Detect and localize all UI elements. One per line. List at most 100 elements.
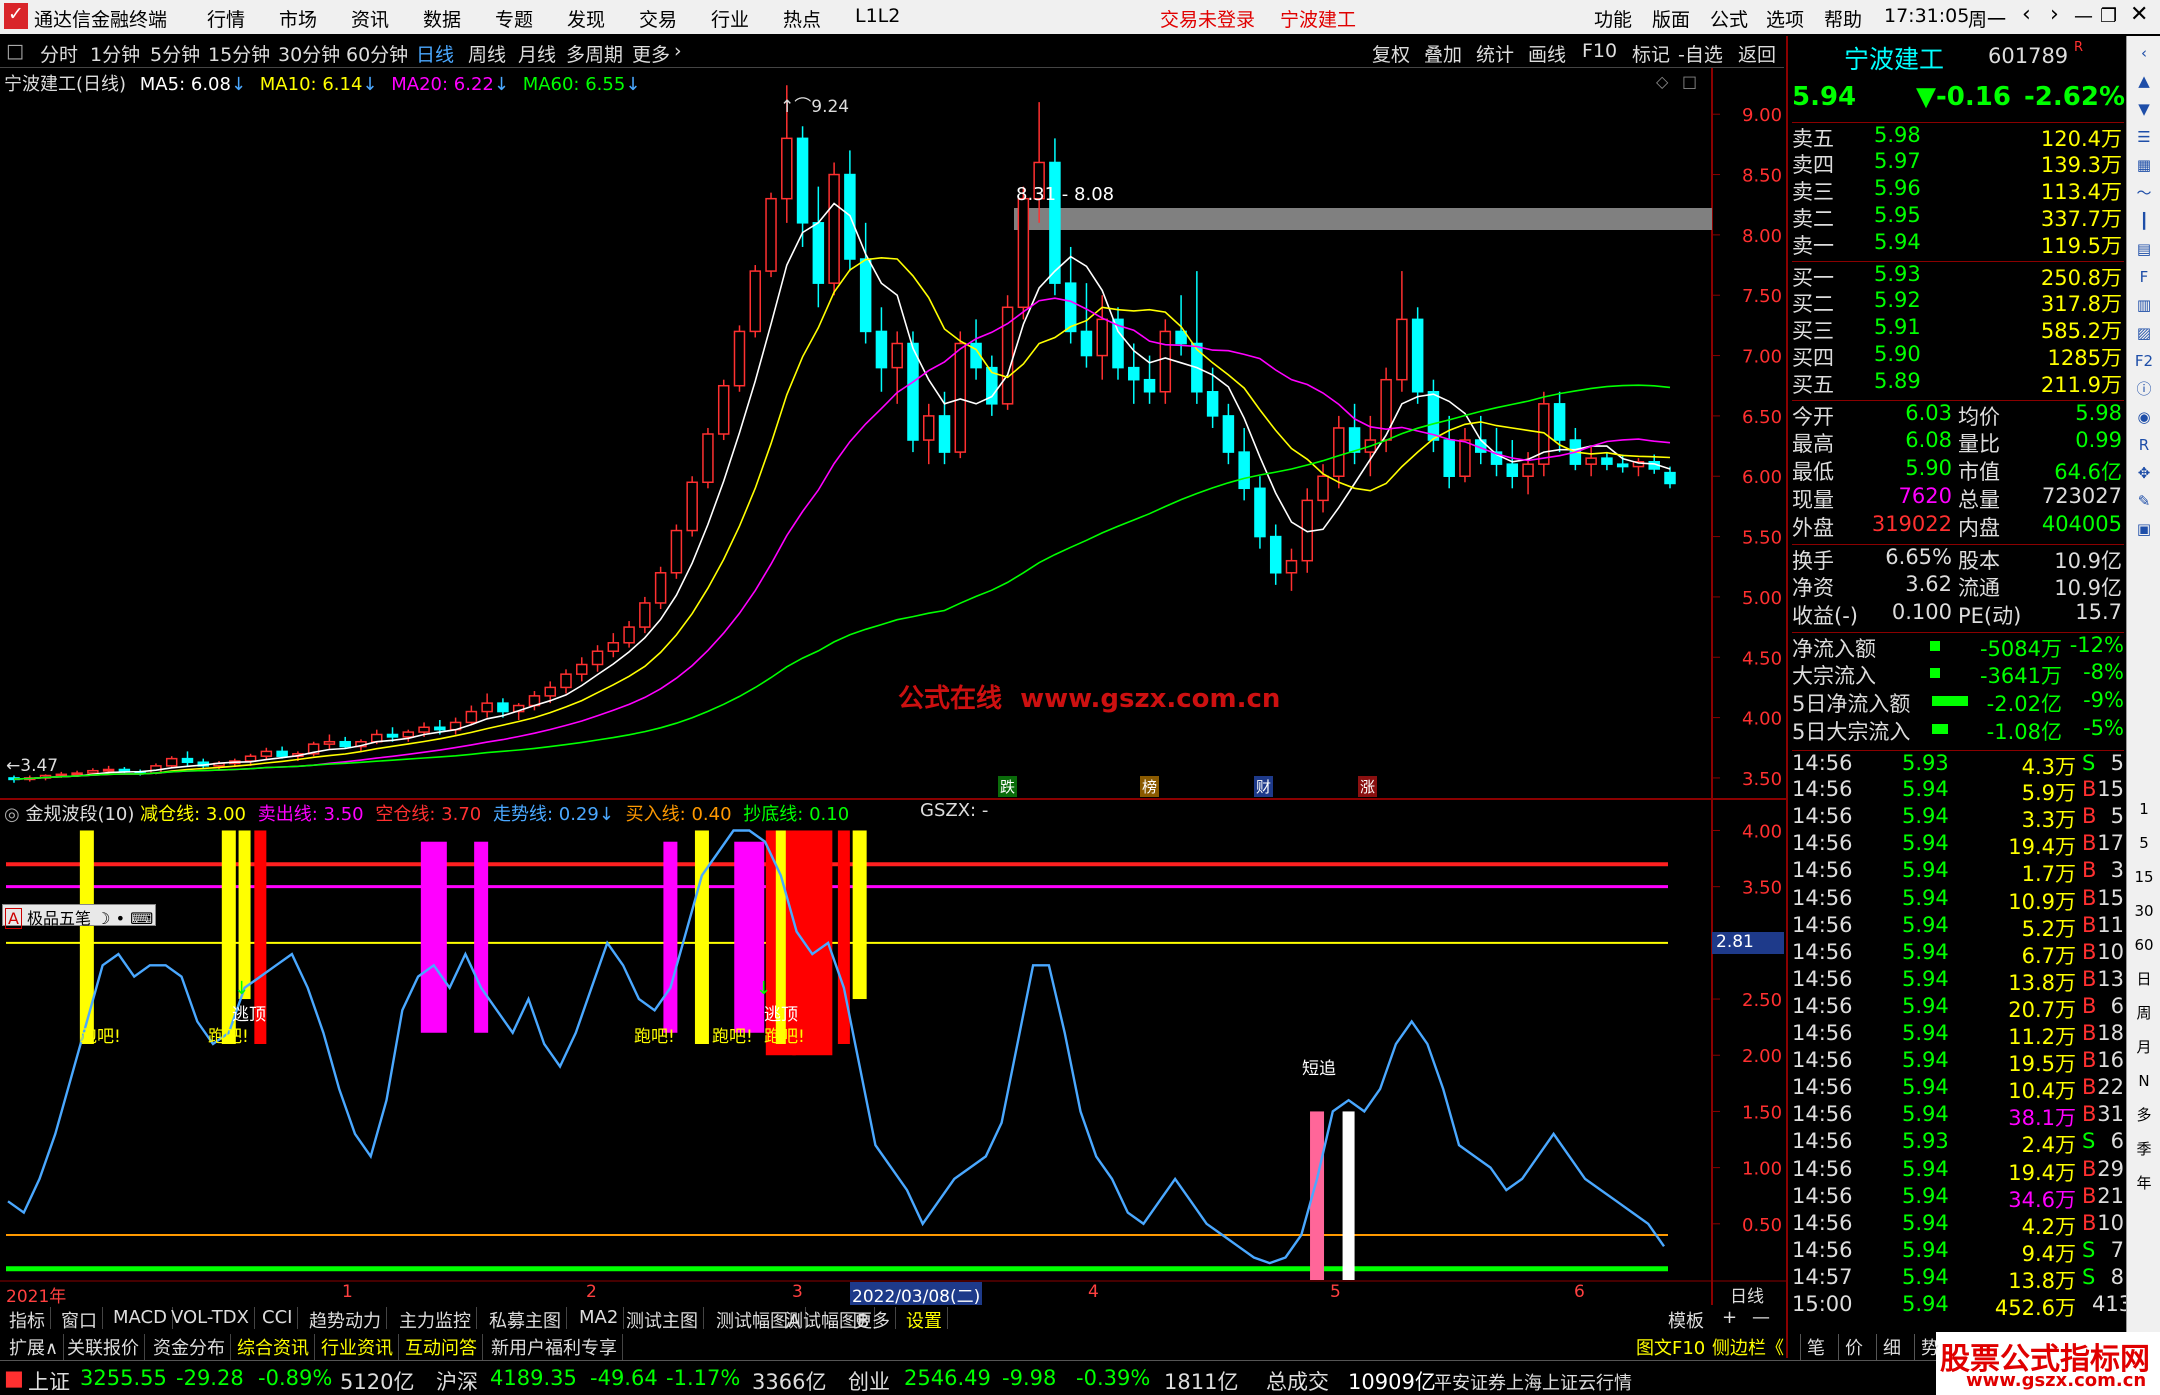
btn-tongji[interactable]: 统计 — [1476, 40, 1514, 67]
indicator-tab[interactable]: 指标 — [4, 1307, 51, 1332]
extension-tab[interactable]: 关联报价 — [62, 1334, 145, 1360]
menu-gongshi[interactable]: 公式 — [1710, 5, 1748, 32]
sidebar-toggle-button[interactable]: 侧边栏《 — [1712, 1334, 1784, 1360]
price-tab[interactable]: 价 — [1838, 1334, 1863, 1360]
fl-icon[interactable]: ▨ — [2131, 320, 2157, 346]
menu-bangzhu[interactable]: 帮助 — [1824, 5, 1862, 32]
f2-icon[interactable]: F2 — [2131, 348, 2157, 374]
period-monthly[interactable]: 月线 — [518, 40, 556, 67]
menu-redian[interactable]: 热点 — [783, 5, 821, 32]
btn-diejia[interactable]: 叠加 — [1424, 40, 1462, 67]
period-weekly[interactable]: 周线 — [468, 40, 506, 67]
pen-icon[interactable]: ✎ — [2131, 488, 2157, 514]
menu-zhuanti[interactable]: 专题 — [495, 5, 533, 32]
tab-remove-icon[interactable]: — — [1752, 1307, 1770, 1328]
menu-gongneng[interactable]: 功能 — [1594, 5, 1632, 32]
ime-mode-icon[interactable]: A — [5, 908, 22, 929]
extension-tab[interactable]: 新用户福利专享 — [486, 1334, 623, 1360]
extension-tab[interactable]: 互动问答 — [400, 1334, 483, 1360]
grid-icon[interactable]: ▤ — [2131, 236, 2157, 262]
collapse-icon[interactable]: □ — [6, 40, 24, 62]
indicator-tab[interactable]: VOL-TDX — [166, 1307, 255, 1329]
diamond-icon[interactable]: ◇ — [1656, 72, 1668, 91]
moon-icon[interactable]: ☽ — [96, 909, 110, 928]
sidebar-period-12[interactable]: 年 — [2131, 1170, 2157, 1196]
period-30min[interactable]: 30分钟 — [278, 40, 340, 67]
tab-add-icon[interactable]: + — [1722, 1307, 1737, 1328]
indicator-tab[interactable]: 趋势动力 — [304, 1307, 387, 1332]
btn-fanhui[interactable]: 返回 — [1738, 40, 1776, 67]
indicator-toggle-icon[interactable]: ◎ — [4, 804, 20, 825]
sh-name[interactable]: 上证 — [28, 1366, 70, 1395]
event-marker-bang[interactable]: 榜 — [1140, 776, 1160, 797]
rsi-icon[interactable]: R — [2131, 432, 2157, 458]
cy-name[interactable]: 创业 — [848, 1366, 890, 1395]
indicator-tab[interactable]: 设置 — [901, 1307, 948, 1332]
sidebar-period-1[interactable]: 1 — [2131, 796, 2157, 822]
sidebar-period-5[interactable]: 60 — [2131, 932, 2157, 958]
keyboard-icon[interactable]: ⌨ — [130, 909, 153, 928]
indicator-tab[interactable]: 私募主图 — [484, 1307, 567, 1332]
extension-tab[interactable]: 行业资讯 — [316, 1334, 399, 1360]
sidebar-period-3[interactable]: 15 — [2131, 864, 2157, 890]
menu-faxian[interactable]: 发现 — [567, 5, 605, 32]
menu-l1l2[interactable]: L1L2 — [855, 5, 900, 27]
close-icon[interactable]: ✕ — [2130, 2, 2148, 27]
sidebar-period-11[interactable]: 季 — [2131, 1136, 2157, 1162]
event-marker-die[interactable]: 跌 — [998, 776, 1018, 797]
arrow-left-icon[interactable]: ‹ — [2131, 40, 2157, 66]
indicator-title[interactable]: 金规波段(10) — [25, 804, 134, 825]
hs-name[interactable]: 沪深 — [436, 1366, 478, 1395]
menu-banmian[interactable]: 版面 — [1652, 5, 1690, 32]
menu-hangye[interactable]: 行业 — [711, 5, 749, 32]
tab-template[interactable]: 模板 — [1668, 1307, 1704, 1333]
chart-area[interactable]: 9.00 8.50 8.00 7.50 7.00 6.50 6.00 5.50 5.00 4.50… — [0, 68, 1786, 1305]
sidebar-period-4[interactable]: 30 — [2131, 898, 2157, 924]
indicator-tab[interactable]: 窗口 — [56, 1307, 103, 1332]
sidebar-period-6[interactable]: 日 — [2131, 966, 2157, 992]
indicator-tab[interactable]: 主力监控 — [394, 1307, 477, 1332]
calc-icon[interactable]: ▣ — [2131, 516, 2157, 542]
menu-xuanxiang[interactable]: 选项 — [1766, 5, 1804, 32]
event-marker-cai[interactable]: 财 — [1254, 776, 1274, 797]
maximize-icon[interactable]: ❐ — [2100, 5, 2117, 27]
sidebar-period-9[interactable]: N — [2131, 1068, 2157, 1094]
extension-tab[interactable]: 综合资讯 — [232, 1334, 315, 1360]
f10-icon[interactable]: F — [2131, 264, 2157, 290]
sidebar-period-10[interactable]: 多 — [2131, 1102, 2157, 1128]
ime-toolbar[interactable]: A 极品五笔 ☽ • ⌨ — [2, 904, 157, 929]
period-5min[interactable]: 5分钟 — [150, 40, 200, 67]
dot-icon[interactable]: • — [116, 909, 125, 928]
info-icon[interactable]: ⓘ — [2131, 376, 2157, 402]
period-15min[interactable]: 15分钟 — [208, 40, 270, 67]
minimize-icon[interactable]: — — [2074, 5, 2093, 27]
back-nav-icon[interactable]: ‹ — [2022, 2, 2031, 27]
detail-tab[interactable]: 细 — [1876, 1334, 1901, 1360]
menu-shuju[interactable]: 数据 — [423, 5, 461, 32]
btn-fuquan[interactable]: 复权 — [1372, 40, 1410, 67]
btn-huaxian[interactable]: 画线 — [1528, 40, 1566, 67]
period-multi[interactable]: 多周期 — [566, 40, 623, 67]
forward-nav-icon[interactable]: › — [2050, 2, 2059, 27]
period-fenshi[interactable]: 分时 — [40, 40, 78, 67]
indicator-tab[interactable]: 更多 — [849, 1307, 896, 1332]
sidebar-period-7[interactable]: 周 — [2131, 1000, 2157, 1026]
period-daily[interactable]: 日线 — [416, 40, 454, 67]
extension-tab[interactable]: 资金分布 — [148, 1334, 231, 1360]
period-1min[interactable]: 1分钟 — [90, 40, 140, 67]
period-more[interactable]: 更多 — [632, 40, 670, 67]
indicator-tab[interactable]: MACD — [108, 1307, 173, 1329]
sidebar-period-8[interactable]: 月 — [2131, 1034, 2157, 1060]
f10-graphic-button[interactable]: 图文F10 — [1636, 1334, 1705, 1360]
menu-jiaoyi[interactable]: 交易 — [639, 5, 677, 32]
line-chart-icon[interactable]: 〜 — [2131, 180, 2157, 206]
table-icon[interactable]: ▦ — [2131, 152, 2157, 178]
period-60min[interactable]: 60分钟 — [346, 40, 408, 67]
indicator-tab[interactable]: MA2 — [574, 1307, 625, 1329]
event-marker-zhang[interactable]: 涨 — [1358, 776, 1378, 797]
arrow-up-icon[interactable]: ▲ — [2131, 68, 2157, 94]
candle-icon[interactable]: ┃ — [2131, 208, 2157, 234]
list-icon[interactable]: ☰ — [2131, 124, 2157, 150]
btn-f10[interactable]: F10 — [1582, 40, 1617, 62]
pen-tab[interactable]: 笔 — [1800, 1334, 1825, 1360]
